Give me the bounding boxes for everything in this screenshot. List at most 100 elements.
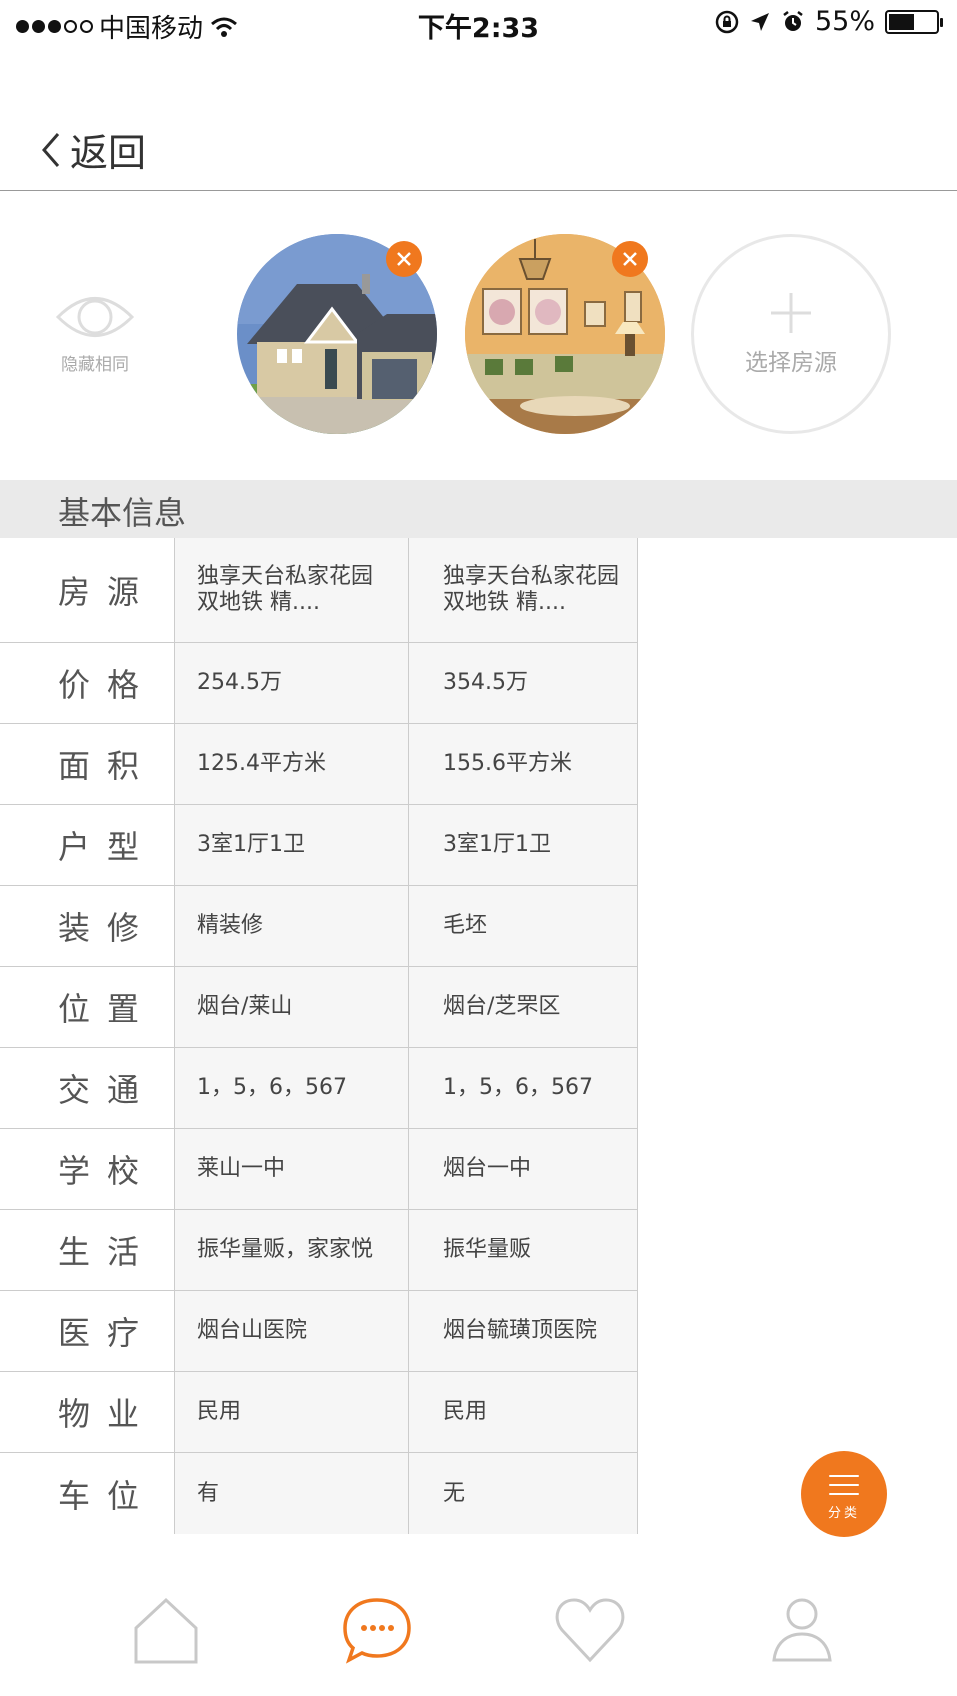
house-2-value: 振华量贩 <box>409 1210 638 1290</box>
remove-house-2-button[interactable] <box>612 241 648 277</box>
table-row: 房源 独享天台私家花园 双地铁 精.... 独享天台私家花园 双地铁 精.... <box>0 538 638 643</box>
house-1-value: 精装修 <box>175 886 409 966</box>
comparison-table: 房源 独享天台私家花园 双地铁 精.... 独享天台私家花园 双地铁 精.... 价格… <box>0 538 638 1534</box>
tab-messages[interactable] <box>337 1590 417 1670</box>
house-2-value: 独享天台私家花园 双地铁 精.... <box>409 538 638 642</box>
house-1-value-text: 烟台/莱山 <box>197 994 293 1019</box>
battery-icon <box>885 9 943 34</box>
compare-houses: 隐藏相同 选择房源 <box>0 192 957 480</box>
row-label: 户型 <box>0 805 175 885</box>
plus-icon <box>771 293 811 333</box>
tab-home[interactable] <box>126 1590 206 1670</box>
house-2-value-text: 振华量贩 <box>443 1237 532 1262</box>
house-1-value-text: 精装修 <box>197 913 264 938</box>
table-row: 物业 民用 民用 <box>0 1372 638 1453</box>
house-2-value: 毛坯 <box>409 886 638 966</box>
house-1-value: 民用 <box>175 1372 409 1452</box>
house-1-value: 烟台/莱山 <box>175 967 409 1047</box>
house-2-value-text: 烟台一中 <box>443 1156 532 1181</box>
row-label: 生活 <box>0 1210 175 1290</box>
back-button[interactable]: 返回 <box>40 122 146 177</box>
house-2-value-text: 无 <box>443 1480 466 1506</box>
back-label: 返回 <box>70 131 147 175</box>
chat-icon <box>343 1598 411 1664</box>
house-2-value: 3室1厅1卫 <box>409 805 638 885</box>
nav-bar: 返回 <box>0 100 957 191</box>
house-1-value-text: 3室1厅1卫 <box>197 832 305 857</box>
table-row: 学校 莱山一中 烟台一中 <box>0 1129 638 1210</box>
table-row: 价格 254.5万 354.5万 <box>0 643 638 724</box>
row-label: 位置 <box>0 967 175 1047</box>
house-2-value-text: 3室1厅1卫 <box>443 832 551 857</box>
table-row: 交通 1，5，6，567 1，5，6，567 <box>0 1048 638 1129</box>
house-1-value: 烟台山医院 <box>175 1291 409 1371</box>
house-1-value: 独享天台私家花园 双地铁 精.... <box>175 538 409 642</box>
house-2-value-text: 独享天台私家花园 双地铁 精.... <box>443 564 620 615</box>
location-icon <box>750 12 769 31</box>
bottom-tab-bar <box>0 1556 957 1696</box>
tab-profile[interactable] <box>762 1590 842 1670</box>
house-2-value-text: 毛坯 <box>443 913 488 938</box>
row-label: 装修 <box>0 886 175 966</box>
table-row: 装修 精装修 毛坯 <box>0 886 638 967</box>
house-1-value: 有 <box>175 1453 409 1534</box>
status-right: 55% <box>715 6 943 37</box>
house-2-value-text: 烟台毓璜顶医院 <box>443 1318 598 1343</box>
remove-house-1-button[interactable] <box>386 241 422 277</box>
heart-icon <box>555 1598 625 1663</box>
status-bar: 中国移动 下午2:33 55% <box>0 0 957 48</box>
row-label: 学校 <box>0 1129 175 1209</box>
house-1-value: 莱山一中 <box>175 1129 409 1209</box>
section-header: 基本信息 <box>0 480 957 538</box>
row-label: 价格 <box>0 643 175 723</box>
select-house-button[interactable]: 选择房源 <box>691 234 891 434</box>
house-1-value-text: 莱山一中 <box>197 1156 286 1181</box>
house-2-value: 155.6平方米 <box>409 724 638 804</box>
house-2-value-text: 民用 <box>443 1399 488 1424</box>
house-2-value: 354.5万 <box>409 643 638 723</box>
section-title: 基本信息 <box>58 494 187 532</box>
house-2-value-text: 1，5，6，567 <box>443 1075 593 1100</box>
close-icon <box>623 252 637 266</box>
row-label: 房源 <box>0 538 175 642</box>
house-1-value: 3室1厅1卫 <box>175 805 409 885</box>
row-label: 面积 <box>0 724 175 804</box>
house-2-value: 烟台/芝罘区 <box>409 967 638 1047</box>
eye-icon <box>55 297 135 337</box>
table-row: 生活 振华量贩，家家悦 振华量贩 <box>0 1210 638 1291</box>
menu-icon <box>801 1451 887 1495</box>
hide-same-label: 隐藏相同 <box>61 355 129 375</box>
house-1-value: 125.4平方米 <box>175 724 409 804</box>
house-1-value-text: 1，5，6，567 <box>197 1075 347 1100</box>
house-1-value: 振华量贩，家家悦 <box>175 1210 409 1290</box>
close-icon <box>397 252 411 266</box>
table-row: 位置 烟台/莱山 烟台/芝罘区 <box>0 967 638 1048</box>
house-1-value: 254.5万 <box>175 643 409 723</box>
hide-same-toggle[interactable]: 隐藏相同 <box>50 290 140 375</box>
tab-favorites[interactable] <box>550 1590 630 1670</box>
rotation-lock-icon <box>715 10 739 33</box>
house-1-value-text: 有 <box>197 1480 220 1506</box>
table-row: 面积 125.4平方米 155.6平方米 <box>0 724 638 805</box>
table-row: 车位有 无 <box>0 1453 638 1534</box>
alarm-icon <box>783 10 803 31</box>
house-1-value-text: 民用 <box>197 1399 242 1424</box>
house-2-value: 烟台毓璜顶医院 <box>409 1291 638 1371</box>
house-1-value-text: 125.4平方米 <box>197 751 326 776</box>
house-2-value: 1，5，6，567 <box>409 1048 638 1128</box>
category-label: 分类 <box>827 1506 860 1521</box>
row-label: 物业 <box>0 1372 175 1452</box>
house-2-value-text: 烟台/芝罘区 <box>443 994 561 1019</box>
select-house-label: 选择房源 <box>745 350 837 376</box>
row-label: 交通 <box>0 1048 175 1128</box>
house-1-value-text: 独享天台私家花园 双地铁 精.... <box>197 564 374 615</box>
house-2-value-text: 155.6平方米 <box>443 751 572 776</box>
home-icon <box>134 1597 198 1664</box>
chevron-left-icon <box>42 132 60 167</box>
row-label: 车位 <box>0 1453 175 1534</box>
house-1-value-text: 振华量贩，家家悦 <box>197 1237 374 1262</box>
house-2-value: 无 <box>409 1453 638 1534</box>
house-1-value: 1，5，6，567 <box>175 1048 409 1128</box>
house-2-value: 烟台一中 <box>409 1129 638 1209</box>
category-fab-button[interactable]: 分类 <box>801 1451 887 1537</box>
